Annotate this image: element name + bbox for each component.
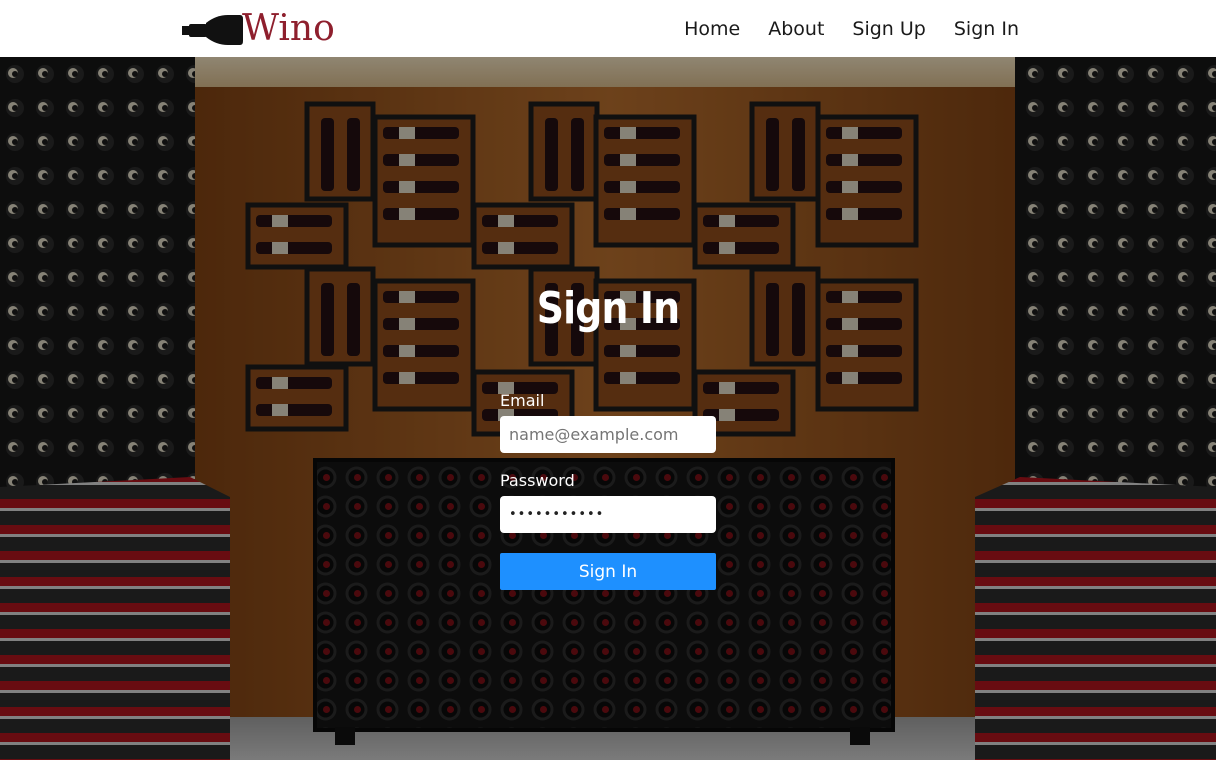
wine-bottle-icon	[182, 15, 243, 45]
nav-about-link[interactable]: About	[768, 18, 824, 40]
nav-signup-link[interactable]: Sign Up	[852, 18, 925, 40]
nav-signin-link[interactable]: Sign In	[954, 18, 1019, 40]
password-label: Password	[500, 471, 575, 490]
top-navbar: Wino Home About Sign Up Sign In	[0, 0, 1216, 57]
dark-overlay	[0, 57, 1216, 760]
nav-menu: Home About Sign Up Sign In	[656, 0, 1019, 57]
email-input[interactable]	[500, 416, 716, 453]
email-label: Email	[500, 391, 545, 410]
nav-home-link[interactable]: Home	[684, 18, 740, 40]
page-title: Sign In	[536, 283, 680, 334]
brand-name: Wino	[242, 8, 335, 49]
password-input[interactable]	[500, 496, 716, 533]
brand-logo[interactable]: Wino	[182, 10, 342, 48]
wine-cellar-background	[0, 57, 1216, 760]
sign-in-button[interactable]: Sign In	[500, 553, 716, 590]
